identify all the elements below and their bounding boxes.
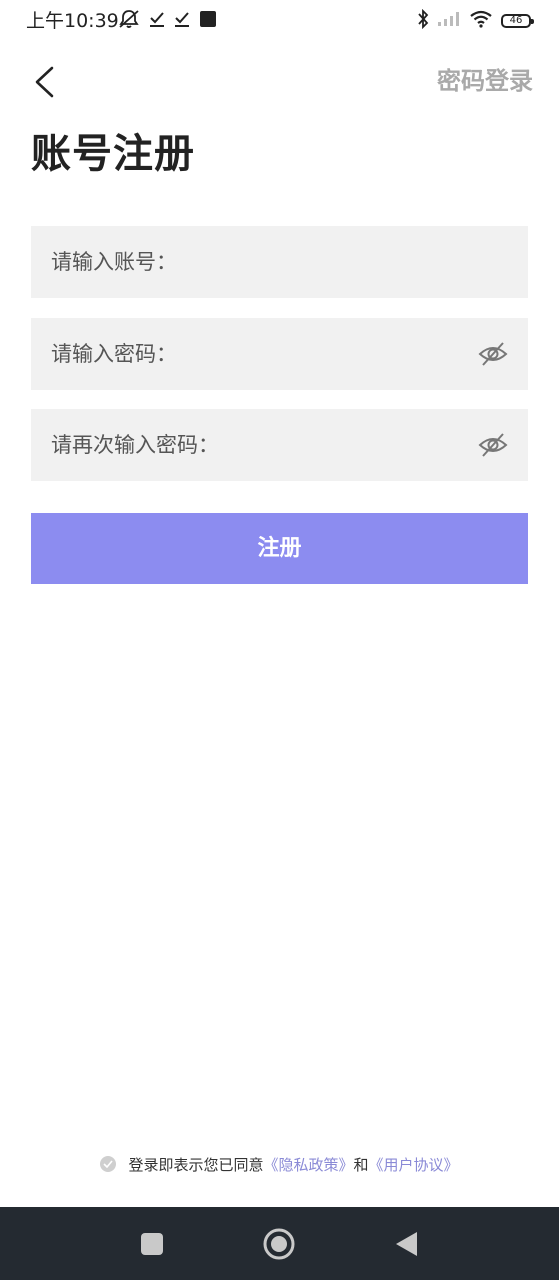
password-label: 请输入密码： — [51, 342, 177, 366]
navigation-bar — [0, 1207, 559, 1280]
recents-button[interactable] — [135, 1227, 169, 1261]
square-icon — [199, 10, 217, 32]
square-icon — [141, 1233, 163, 1255]
register-button[interactable]: 注册 — [31, 513, 528, 584]
page-title: 账号注册 — [31, 131, 195, 177]
account-label: 请输入账号： — [51, 250, 177, 274]
eye-off-icon — [478, 342, 508, 366]
back-nav-button[interactable] — [389, 1227, 423, 1261]
confirm-password-label: 请再次输入密码： — [51, 433, 219, 457]
user-agreement-link[interactable]: 《用户协议》 — [369, 1154, 459, 1175]
check-icon — [174, 10, 190, 32]
confirm-password-field: 请再次输入密码： — [31, 409, 528, 481]
agreement-text: 登录即表示您已同意 — [128, 1155, 264, 1174]
back-triangle-icon — [396, 1232, 417, 1256]
confirm-password-input[interactable] — [226, 409, 471, 481]
status-time: 上午10:39 — [26, 10, 119, 32]
agreement-row: 登录即表示您已同意 《隐私政策》 和 《用户协议》 — [0, 1150, 559, 1178]
check-icon — [103, 1160, 114, 1168]
chevron-left-icon — [35, 66, 54, 98]
signal-icon — [437, 11, 461, 31]
mute-icon — [118, 9, 140, 33]
agree-checkbox[interactable] — [100, 1156, 117, 1172]
check-icon — [149, 10, 165, 32]
status-bar: 上午10:39 46 — [0, 0, 559, 42]
home-button[interactable] — [262, 1227, 296, 1261]
register-screen: 上午10:39 46 密码登录 账号注册 请输入账号： 请输入密码： 请再次输入… — [0, 0, 559, 1280]
account-input[interactable] — [181, 226, 511, 298]
privacy-policy-link[interactable]: 《隐私政策》 — [263, 1154, 353, 1175]
wifi-icon — [469, 10, 493, 32]
password-login-link[interactable]: 密码登录 — [437, 64, 533, 98]
home-circle-icon — [263, 1228, 295, 1260]
password-input[interactable] — [181, 318, 471, 390]
account-field: 请输入账号： — [31, 226, 528, 298]
password-visibility-toggle[interactable] — [478, 340, 508, 368]
agreement-and: 和 — [353, 1155, 369, 1174]
bluetooth-icon — [417, 8, 429, 33]
back-button[interactable] — [26, 60, 66, 104]
eye-off-icon — [478, 433, 508, 457]
password-field: 请输入密码： — [31, 318, 528, 390]
status-right-icons: 46 — [417, 8, 534, 33]
battery-icon: 46 — [501, 14, 534, 28]
confirm-visibility-toggle[interactable] — [478, 431, 508, 459]
status-left-icons — [118, 10, 217, 32]
